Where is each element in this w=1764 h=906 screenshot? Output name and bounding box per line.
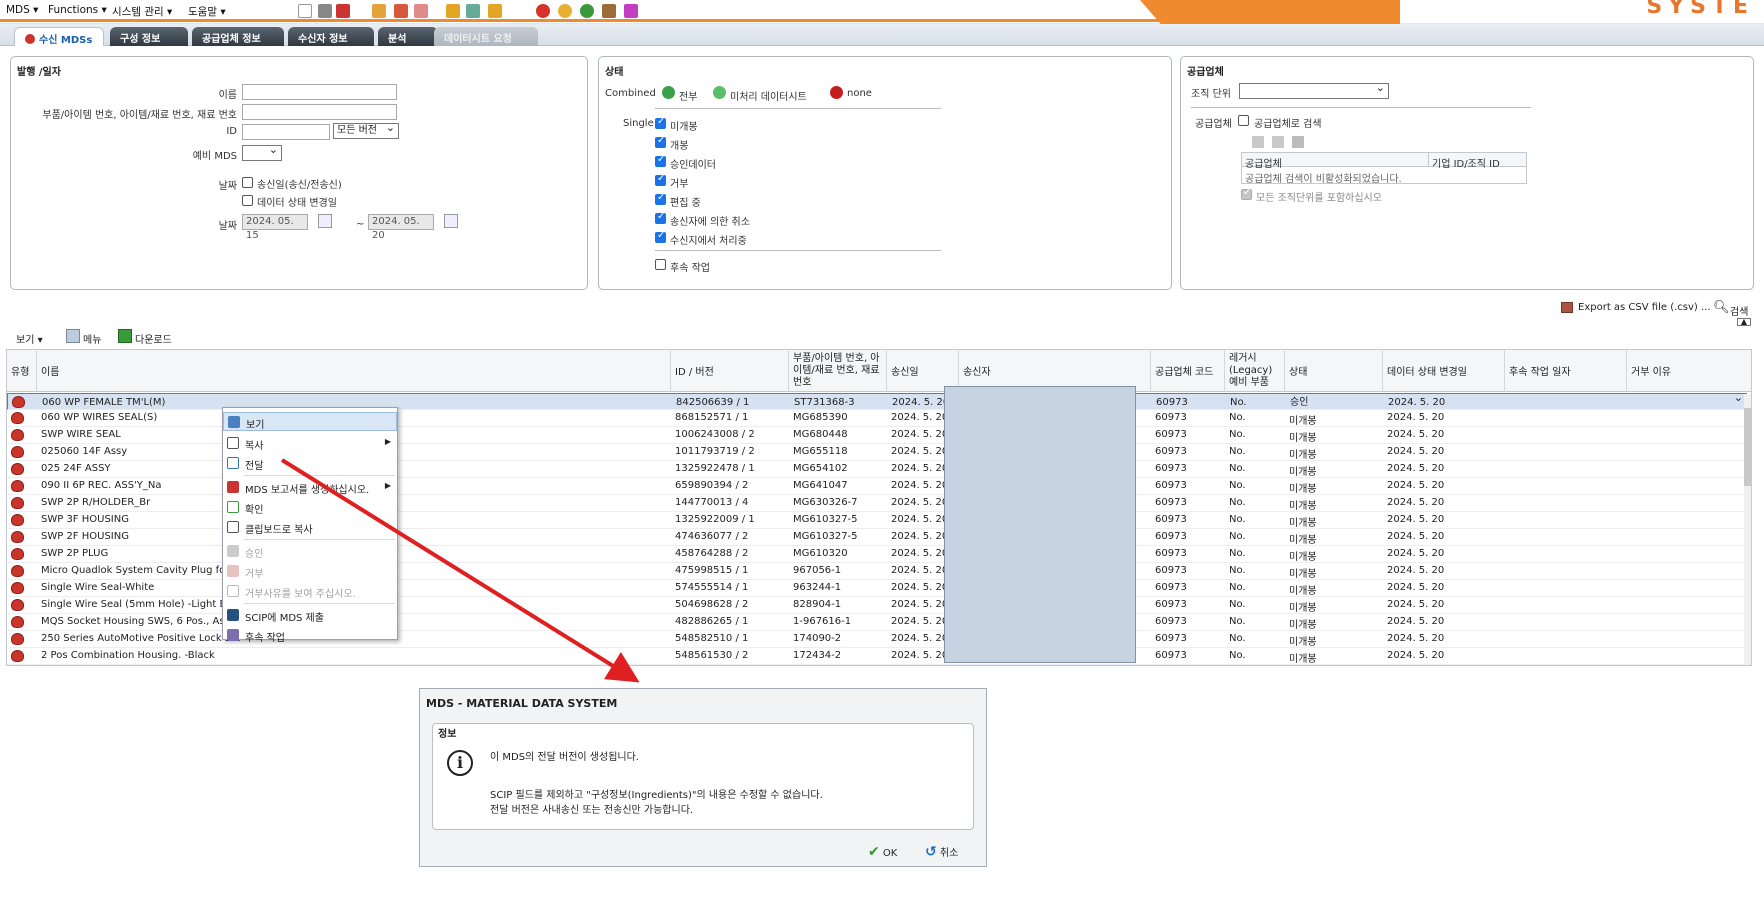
dialog-message-1: 이 MDS의 전달 버전이 생성됩니다.	[490, 752, 639, 763]
dialog-section-title: 정보	[438, 729, 457, 740]
undo-icon: ↺	[925, 844, 937, 860]
cancel-label: 취소	[939, 848, 959, 859]
dialog-title: MDS - MATERIAL DATA SYSTEM	[426, 697, 618, 710]
dialog-message-3: 전달 버전은 사내송신 또는 전송신만 가능합니다.	[490, 805, 694, 816]
cancel-button[interactable]: ↺ 취소	[925, 844, 958, 860]
dialog-message-box: 정보 i 이 MDS의 전달 버전이 생성됩니다. SCIP 필드를 제외하고 …	[432, 723, 974, 830]
info-dialog: MDS - MATERIAL DATA SYSTEM 정보 i 이 MDS의 전…	[419, 688, 987, 867]
ok-label: OK	[882, 848, 898, 859]
dialog-message-2: SCIP 필드를 제외하고 "구성정보(Ingredients)"의 내용은 수…	[490, 790, 823, 801]
checkmark-icon: ✔	[868, 844, 880, 860]
ok-button[interactable]: ✔ OK	[868, 844, 897, 860]
info-icon: i	[447, 750, 473, 776]
